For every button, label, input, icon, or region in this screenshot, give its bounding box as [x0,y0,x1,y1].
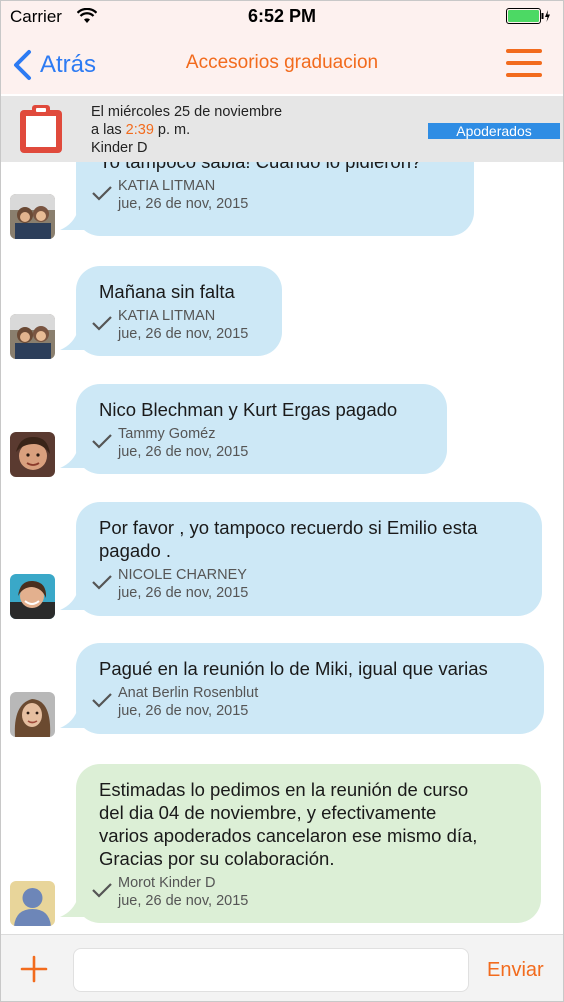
checkmark-icon [92,883,112,898]
message-bubble[interactable]: Por favor , yo tampoco recuerdo si Emili… [76,502,542,616]
message-item: Yo tampoco sabia! Cuando lo pidieron? KA… [0,162,564,239]
message-author: Morot Kinder D [118,875,216,891]
avatar-photo [10,692,55,737]
message-input[interactable] [73,948,469,992]
message-author: KATIA LITMAN [118,308,216,324]
audience-badge: Apoderados [428,123,560,139]
checkmark-icon [92,575,112,590]
checkmark-icon [92,186,112,201]
checkmark-icon [92,693,112,708]
message-meta: NICOLE CHARNEY jue, 26 de nov, 2015 [92,566,520,602]
avatar [10,574,55,619]
avatar [10,692,55,737]
message-date: jue, 26 de nov, 2015 [118,196,249,212]
message-bubble[interactable]: Yo tampoco sabia! Cuando lo pidieron? KA… [76,162,474,236]
message-meta: Anat Berlin Rosenblut jue, 26 de nov, 20… [92,684,522,720]
event-header[interactable]: El miércoles 25 de noviembre a las 2:39 … [0,96,564,162]
message-text: Pagué en la reunión lo de Miki, igual qu… [99,658,488,679]
event-time-line: a las 2:39 p. m. [91,121,282,139]
message-item: Estimadas lo pedimos en la reunión de cu… [0,764,564,926]
message-date: jue, 26 de nov, 2015 [118,326,249,342]
message-bubble[interactable]: Pagué en la reunión lo de Miki, igual qu… [76,643,544,734]
hamburger-menu-button[interactable] [506,49,542,79]
avatar [10,432,55,477]
message-meta: KATIA LITMAN jue, 26 de nov, 2015 [92,177,452,213]
avatar-photo [10,194,55,239]
menu-bar-icon [506,49,542,53]
message-text: Nico Blechman y Kurt Ergas pagado [99,399,398,420]
message-item: Mañana sin falta KATIA LITMAN jue, 26 de… [0,266,564,359]
message-text: Yo tampoco sabia! Cuando lo pidieron? [99,162,452,173]
message-item: Por favor , yo tampoco recuerdo si Emili… [0,502,564,619]
message-author: NICOLE CHARNEY [118,567,247,583]
checkmark-icon [92,316,112,331]
message-meta: Morot Kinder D jue, 26 de nov, 2015 [92,874,519,910]
message-bubble[interactable]: Mañana sin falta KATIA LITMAN jue, 26 de… [76,266,282,356]
message-date: jue, 26 de nov, 2015 [118,585,249,601]
event-time: 2:39 [125,122,154,138]
status-bar: Carrier 6:52 PM [0,0,564,36]
avatar-photo [10,574,55,619]
message-date: jue, 26 de nov, 2015 [118,893,249,909]
message-author: KATIA LITMAN [118,178,216,194]
default-avatar-icon [10,881,55,926]
battery-icon [506,8,550,24]
compose-bar: Enviar [0,934,564,1002]
avatar-photo [10,314,55,359]
checkmark-icon [92,434,112,449]
page-title: Accesorios graduacion [185,52,379,73]
message-date: jue, 26 de nov, 2015 [118,703,249,719]
plus-icon[interactable] [20,955,48,983]
message-item: Pagué en la reunión lo de Miki, igual qu… [0,643,564,737]
message-text: Por favor , yo tampoco recuerdo si Emili… [99,517,478,561]
avatar [10,194,55,239]
message-bubble[interactable]: Nico Blechman y Kurt Ergas pagado Tammy … [76,384,447,474]
clipboard-icon [20,105,62,153]
message-date: jue, 26 de nov, 2015 [118,444,249,460]
message-bubble[interactable]: Estimadas lo pedimos en la reunión de cu… [76,764,541,923]
message-meta: KATIA LITMAN jue, 26 de nov, 2015 [92,307,260,343]
event-date: El miércoles 25 de noviembre [91,104,283,120]
event-details: El miércoles 25 de noviembre a las 2:39 … [91,103,282,157]
message-text: Estimadas lo pedimos en la reunión de cu… [99,779,478,869]
event-time-prefix: a las [91,122,126,138]
message-author: Anat Berlin Rosenblut [118,685,259,701]
message-list[interactable]: Yo tampoco sabia! Cuando lo pidieron? KA… [0,162,564,934]
clock-time: 6:52 PM [247,6,317,26]
message-text: Mañana sin falta [99,281,235,302]
navigation-bar: Atrás Accesorios graduacion [0,36,564,94]
send-button[interactable]: Enviar [487,959,544,982]
menu-bar-icon [506,73,542,77]
message-item: Nico Blechman y Kurt Ergas pagado Tammy … [0,384,564,477]
avatar [10,314,55,359]
avatar-photo [10,432,55,477]
menu-bar-icon [506,61,542,65]
message-meta: Tammy Goméz jue, 26 de nov, 2015 [92,425,425,461]
event-course: Kinder D [91,140,148,156]
avatar [10,881,55,926]
event-time-suffix: p. m. [153,122,191,138]
message-author: Tammy Goméz [118,426,216,442]
